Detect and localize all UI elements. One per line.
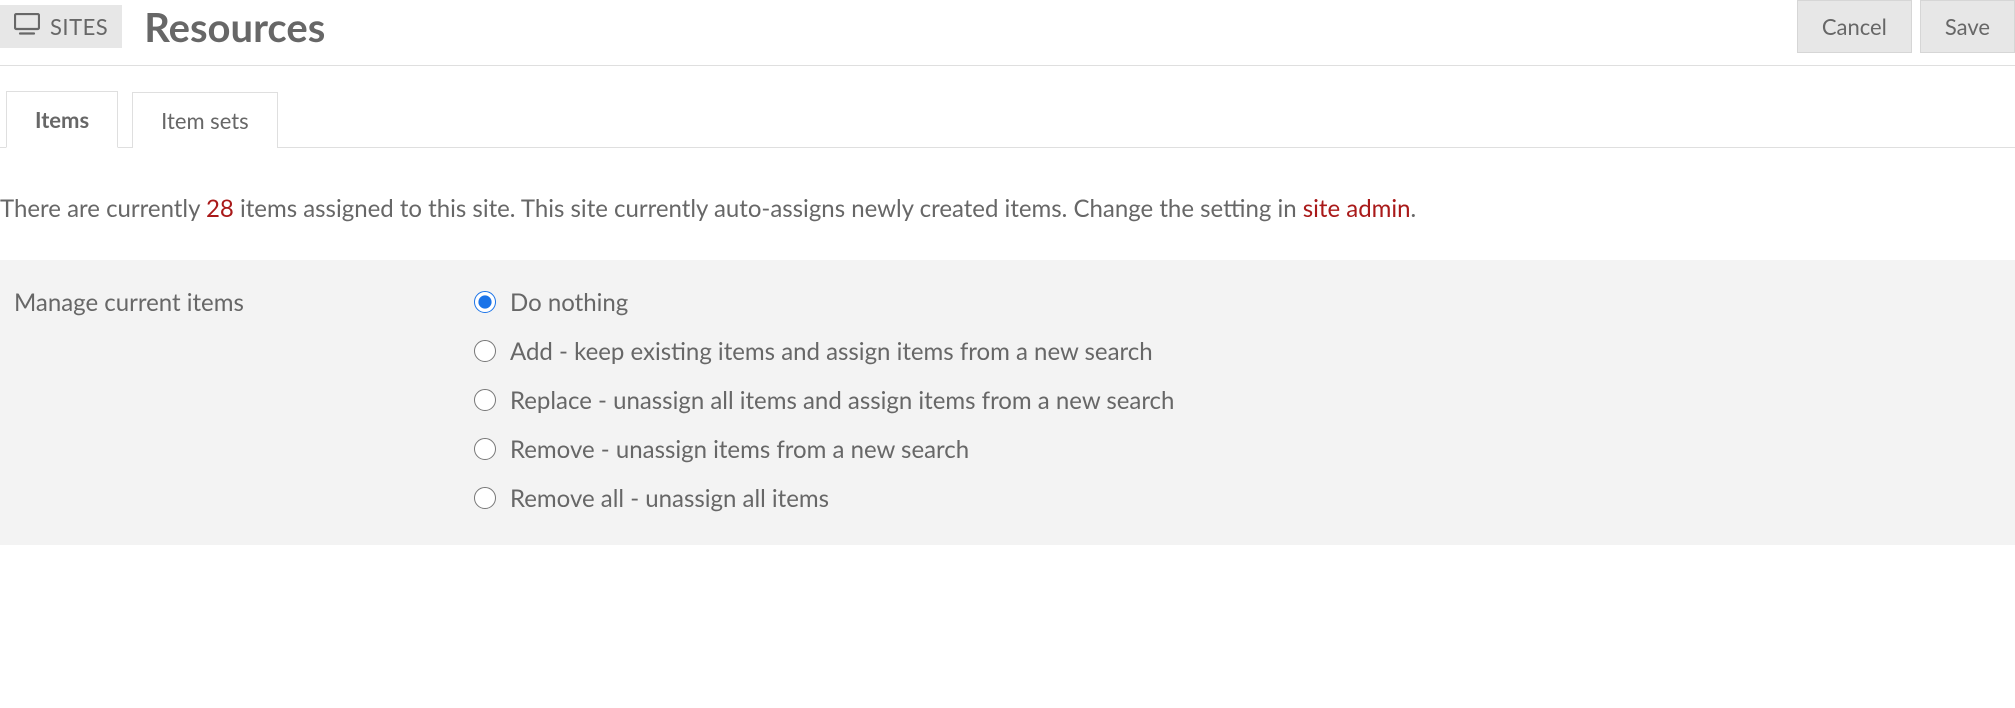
radio-add[interactable] xyxy=(474,340,496,362)
tab-item-sets[interactable]: Item sets xyxy=(132,92,278,148)
cancel-button[interactable]: Cancel xyxy=(1797,0,1912,53)
radio-row-add: Add - keep existing items and assign ite… xyxy=(474,337,1174,366)
page-header: SITES Resources Cancel Save xyxy=(0,0,2015,66)
radio-remove[interactable] xyxy=(474,438,496,460)
assignment-info: There are currently 28 items assigned to… xyxy=(0,192,2015,226)
radio-replace[interactable] xyxy=(474,389,496,411)
radio-row-do-nothing: Do nothing xyxy=(474,288,1174,317)
site-admin-link[interactable]: site admin xyxy=(1303,194,1411,223)
breadcrumb-label: SITES xyxy=(50,13,108,40)
radio-row-replace: Replace - unassign all items and assign … xyxy=(474,386,1174,415)
tab-items[interactable]: Items xyxy=(6,91,118,148)
radio-row-remove: Remove - unassign items from a new searc… xyxy=(474,435,1174,464)
item-count: 28 xyxy=(206,194,234,223)
manage-label: Manage current items xyxy=(14,288,474,513)
radio-label-add[interactable]: Add - keep existing items and assign ite… xyxy=(510,337,1153,366)
info-middle: items assigned to this site. This site c… xyxy=(234,194,1303,223)
info-suffix: . xyxy=(1411,194,1417,223)
manage-radio-group: Do nothing Add - keep existing items and… xyxy=(474,288,1174,513)
page-title: Resources xyxy=(144,3,325,51)
radio-label-replace[interactable]: Replace - unassign all items and assign … xyxy=(510,386,1174,415)
breadcrumb-sites[interactable]: SITES xyxy=(0,5,122,48)
radio-label-do-nothing[interactable]: Do nothing xyxy=(510,288,628,317)
radio-label-remove[interactable]: Remove - unassign items from a new searc… xyxy=(510,435,969,464)
tabs: Items Item sets xyxy=(0,90,2015,148)
info-prefix: There are currently xyxy=(0,194,206,223)
radio-remove-all[interactable] xyxy=(474,487,496,509)
radio-label-remove-all[interactable]: Remove all - unassign all items xyxy=(510,484,829,513)
radio-row-remove-all: Remove all - unassign all items xyxy=(474,484,1174,513)
radio-do-nothing[interactable] xyxy=(474,291,496,313)
manage-panel: Manage current items Do nothing Add - ke… xyxy=(0,260,2015,545)
save-button[interactable]: Save xyxy=(1920,0,2015,53)
monitor-icon xyxy=(14,13,50,40)
